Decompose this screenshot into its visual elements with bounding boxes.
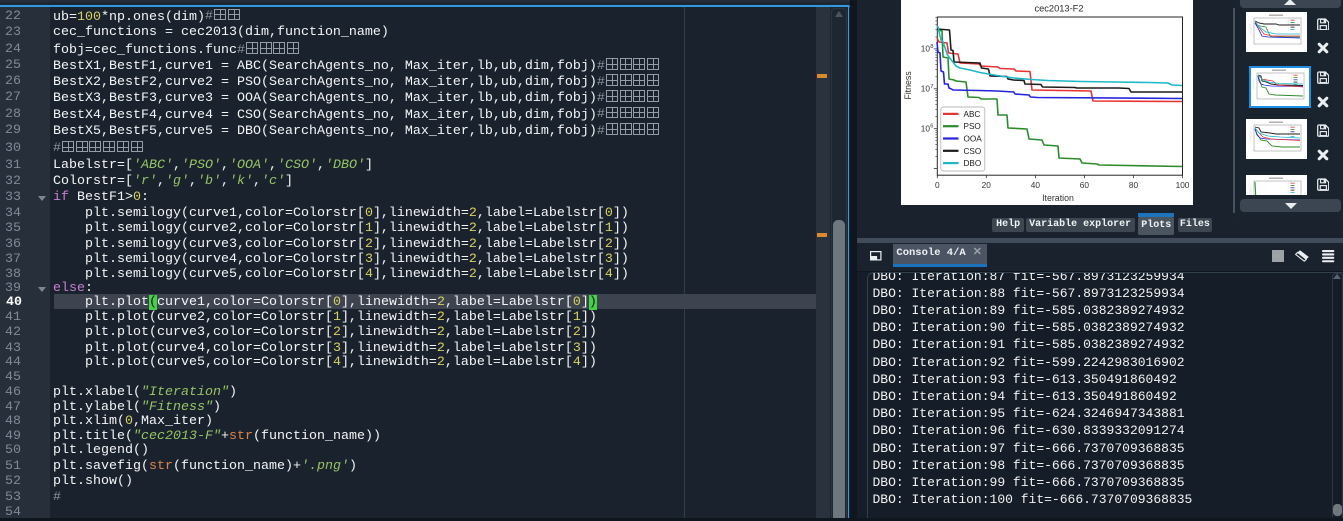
svg-text:PSO: PSO [964, 122, 981, 131]
svg-text:cec2013-F2: cec2013-F2 [1034, 4, 1083, 14]
svg-text:7: 7 [930, 84, 933, 90]
svg-text:OOA: OOA [964, 135, 983, 144]
svg-text:60: 60 [1080, 180, 1090, 190]
svg-text:10: 10 [921, 124, 931, 134]
svg-text:DBO: DBO [964, 159, 982, 168]
svg-text:10: 10 [921, 44, 931, 54]
svg-text:40: 40 [1031, 180, 1041, 190]
svg-text:6: 6 [930, 124, 933, 130]
svg-text:100: 100 [1176, 180, 1190, 190]
svg-text:10: 10 [921, 84, 931, 94]
svg-text:Fitness: Fitness [903, 71, 913, 100]
svg-text:0: 0 [935, 180, 940, 190]
svg-text:8: 8 [930, 44, 933, 50]
svg-text:CSO: CSO [964, 147, 982, 156]
svg-text:ABC: ABC [964, 110, 981, 119]
svg-text:Iteration: Iteration [1042, 193, 1074, 203]
svg-text:80: 80 [1129, 180, 1139, 190]
svg-text:20: 20 [982, 180, 992, 190]
